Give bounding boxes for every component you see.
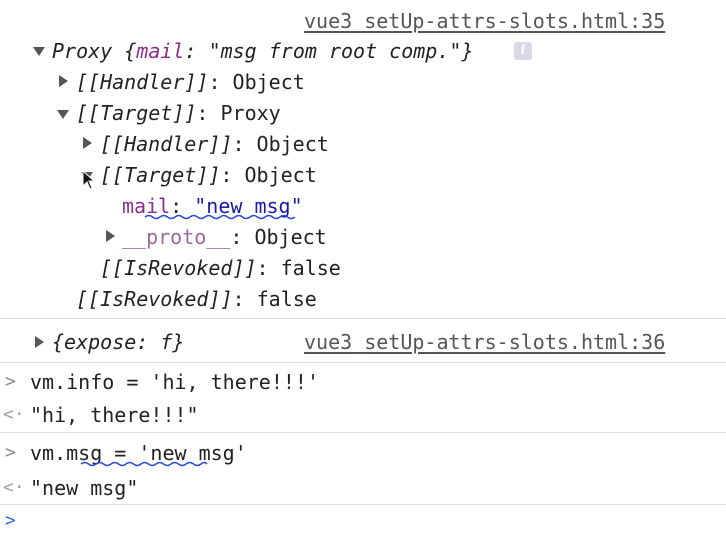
target-val: : Object: [220, 163, 317, 187]
revoked-row-1: [[IsRevoked]]: false: [76, 286, 317, 312]
return-icon: <·: [3, 477, 25, 498]
expand-icon[interactable]: [57, 110, 69, 119]
target-val: : Proxy: [196, 101, 281, 125]
prompt-icon: >: [5, 442, 16, 463]
divider: [0, 504, 726, 505]
summary-prefix: Proxy {: [52, 39, 137, 63]
annotation-underline: [80, 461, 208, 467]
summary-value: "msg from root comp.": [208, 39, 462, 63]
revoked-key: [[IsRevoked]]: [100, 256, 257, 280]
annotation-underline: [144, 214, 296, 220]
divider: [0, 362, 726, 363]
result-output-2: "new msg": [30, 476, 139, 500]
handler-row-1[interactable]: [[Handler]]: Object: [76, 69, 305, 95]
handler-row-2[interactable]: [[Handler]]: Object: [100, 131, 329, 157]
divider: [0, 432, 726, 433]
expose-summary[interactable]: {expose: f}: [52, 329, 184, 355]
target-key: [[Target]]: [100, 163, 221, 187]
proxy-summary[interactable]: Proxy {mail: "msg from root comp."}: [52, 38, 473, 64]
active-prompt-icon[interactable]: >: [5, 508, 16, 534]
handler-val: : Object: [232, 132, 329, 156]
expand-icon[interactable]: [33, 47, 45, 56]
summary-key: mail: [136, 39, 185, 63]
revoked-key: [[IsRevoked]]: [76, 287, 233, 311]
handler-key: [[Handler]]: [76, 70, 209, 94]
target-key: [[Target]]: [76, 101, 197, 125]
target-row-1[interactable]: [[Target]]: Proxy: [76, 100, 281, 126]
source-link-36[interactable]: vue3_setUp-attrs-slots.html:36: [304, 329, 665, 355]
divider: [0, 318, 726, 319]
handler-key: [[Handler]]: [100, 132, 233, 156]
result-output-1: "hi, there!!!": [30, 403, 199, 427]
revoked-row-2: [[IsRevoked]]: false: [100, 255, 341, 281]
return-icon: <·: [3, 404, 25, 425]
command-input-1[interactable]: vm.info = 'hi, there!!!': [30, 369, 319, 395]
collapse-icon[interactable]: [83, 137, 92, 149]
handler-val: : Object: [208, 70, 305, 94]
revoked-val: : false: [256, 256, 341, 280]
info-icon[interactable]: i: [514, 42, 532, 60]
summary-suffix: }: [461, 39, 474, 63]
proto-val: : Object: [230, 225, 327, 249]
proto-key: __proto__: [122, 225, 231, 249]
revoked-val: : false: [232, 287, 317, 311]
collapse-icon[interactable]: [35, 336, 44, 348]
prompt-icon: >: [5, 371, 16, 392]
collapse-icon[interactable]: [106, 230, 115, 242]
target-row-2[interactable]: [[Target]]: Object: [100, 162, 317, 188]
proto-row[interactable]: __proto__: Object: [122, 224, 327, 250]
collapse-icon[interactable]: [59, 75, 68, 87]
mouse-pointer-icon: [82, 170, 96, 190]
source-link-35[interactable]: vue3_setUp-attrs-slots.html:35: [304, 8, 665, 34]
summary-sep: :: [184, 39, 209, 63]
